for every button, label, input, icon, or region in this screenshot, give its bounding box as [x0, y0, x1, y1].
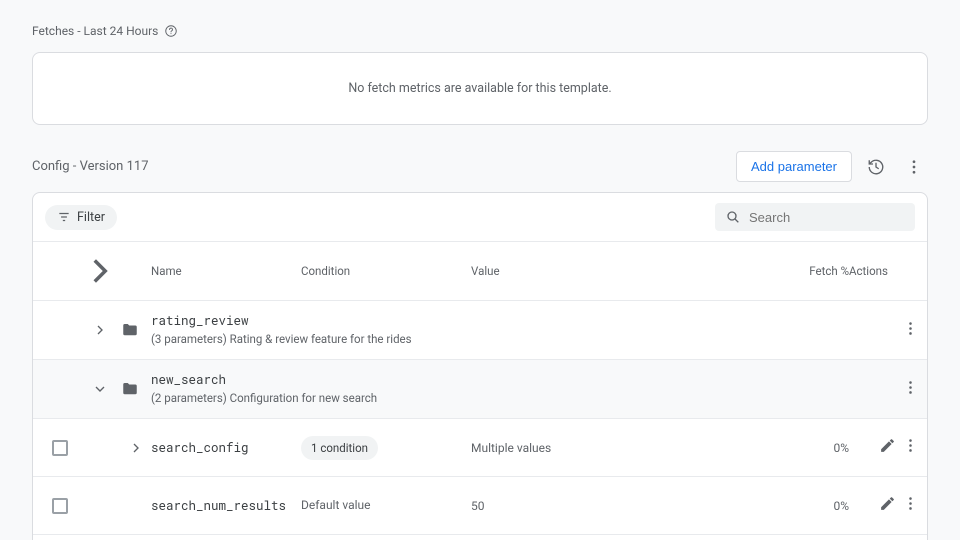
fetches-title: Fetches - Last 24 Hours	[32, 24, 158, 38]
param-name: search_config	[151, 440, 301, 456]
config-title: Config - Version 117	[32, 159, 149, 174]
fetches-section-header: Fetches - Last 24 Hours	[32, 24, 928, 38]
fetches-empty-card: No fetch metrics are available for this …	[32, 52, 928, 125]
filter-chip[interactable]: Filter	[45, 205, 117, 230]
folder-icon	[121, 321, 151, 339]
edit-icon[interactable]	[879, 495, 896, 516]
group-name: new_search	[151, 372, 779, 388]
column-fetch: Fetch %	[779, 264, 849, 278]
group-row[interactable]: zombie (3 parameters) All params related…	[33, 535, 927, 540]
param-name: search_num_results	[151, 498, 301, 514]
fetches-empty-message: No fetch metrics are available for this …	[348, 81, 611, 96]
chevron-right-icon[interactable]	[79, 322, 121, 338]
column-value: Value	[471, 264, 671, 278]
param-row[interactable]: search_num_results Default value 50 0%	[33, 477, 927, 535]
add-parameter-button[interactable]: Add parameter	[736, 151, 852, 182]
column-condition: Condition	[301, 264, 471, 278]
column-actions: Actions	[849, 264, 919, 278]
more-icon[interactable]	[902, 495, 919, 516]
history-icon[interactable]	[862, 153, 890, 181]
more-icon[interactable]	[900, 153, 928, 181]
row-checkbox[interactable]	[52, 498, 68, 514]
more-icon[interactable]	[902, 379, 919, 400]
param-value: Multiple values	[471, 441, 671, 455]
group-description: (2 parameters) Configuration for new sea…	[151, 390, 779, 406]
config-table: Filter Name Condition Value Fetch % Acti…	[32, 192, 928, 540]
group-description: (3 parameters) Rating & review feature f…	[151, 331, 779, 347]
group-row[interactable]: new_search (2 parameters) Configuration …	[33, 360, 927, 419]
condition-chip[interactable]: 1 condition	[301, 436, 378, 460]
row-checkbox[interactable]	[52, 440, 68, 456]
fetch-percent: 0%	[779, 499, 849, 513]
condition-text: Default value	[301, 498, 371, 512]
group-row[interactable]: rating_review (3 parameters) Rating & re…	[33, 301, 927, 360]
more-icon[interactable]	[902, 320, 919, 341]
fetch-percent: 0%	[779, 441, 849, 455]
filter-label: Filter	[77, 210, 105, 225]
more-icon[interactable]	[902, 437, 919, 458]
search-box[interactable]	[715, 203, 915, 231]
help-icon[interactable]	[164, 24, 178, 38]
expand-all-toggle[interactable]	[79, 250, 121, 292]
folder-icon	[121, 380, 151, 398]
column-name: Name	[151, 264, 301, 278]
param-value: 50	[471, 499, 671, 513]
edit-icon[interactable]	[879, 437, 896, 458]
chevron-down-icon[interactable]	[79, 381, 121, 397]
group-name: rating_review	[151, 313, 779, 329]
param-row[interactable]: search_config 1 condition Multiple value…	[33, 419, 927, 477]
search-input[interactable]	[749, 210, 905, 225]
chevron-right-icon[interactable]	[121, 440, 151, 456]
